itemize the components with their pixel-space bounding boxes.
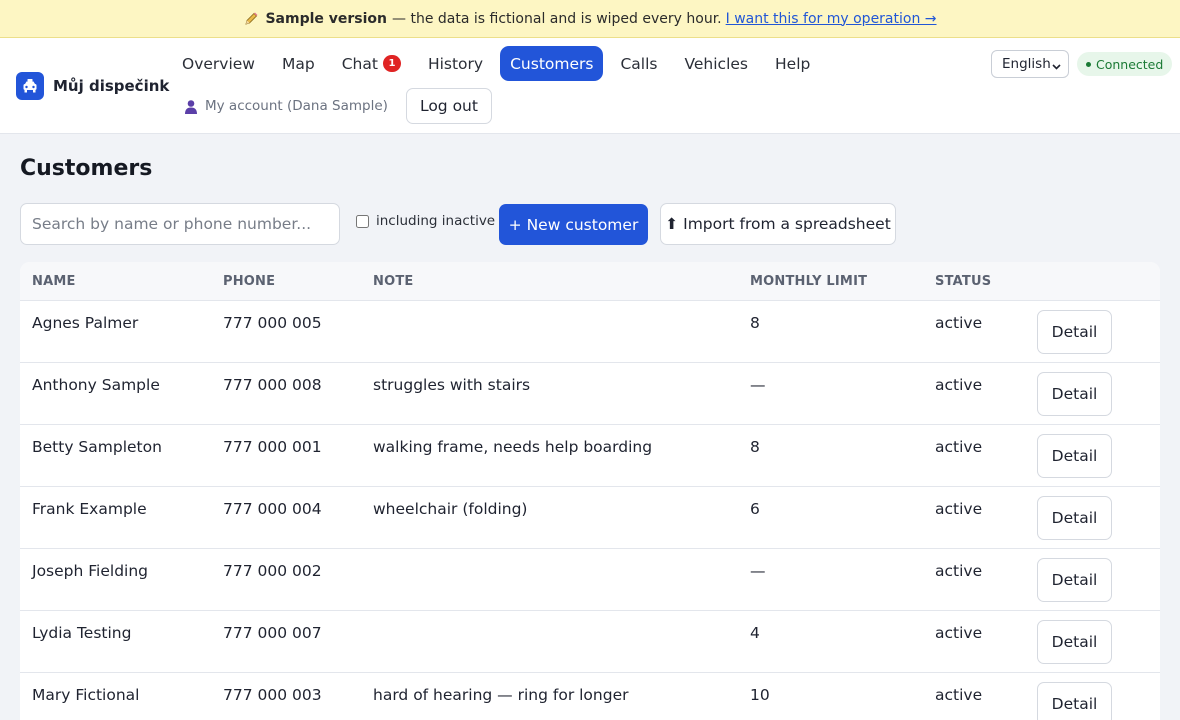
customer-note: struggles with stairs	[373, 376, 531, 394]
nav-vehicles[interactable]: Vehicles	[674, 46, 758, 81]
account-row: My account (Dana Sample) Log out	[184, 88, 492, 124]
table-row: Lydia Testing 777 000 007 4 active Detai…	[20, 611, 1160, 673]
nav-map[interactable]: Map	[272, 46, 325, 81]
customer-phone: 777 000 002	[223, 562, 322, 580]
include-inactive-label: including inactive	[376, 213, 496, 229]
include-inactive-toggle[interactable]: including inactive	[356, 213, 495, 229]
customer-name: Agnes Palmer	[32, 314, 139, 332]
app-logo[interactable]: Můj dispečink	[16, 72, 169, 100]
language-select[interactable]: English	[991, 50, 1069, 78]
nav-label: Map	[281, 54, 315, 73]
customer-phone: 777 000 008	[223, 376, 322, 394]
customer-limit: 8	[750, 438, 760, 456]
table-row: Anthony Sample 777 000 008 struggles wit…	[20, 363, 1160, 425]
customer-limit: 6	[750, 500, 760, 518]
sample-banner: Sample version — the data is fictional a…	[0, 0, 1180, 38]
detail-button[interactable]: Detail	[1037, 558, 1112, 602]
customer-limit: 10	[750, 686, 770, 704]
nav-overview[interactable]: Overview	[172, 46, 265, 81]
nav-customers[interactable]: Customers	[500, 46, 604, 81]
page-title: Customers	[20, 156, 153, 181]
nav-label: History	[427, 54, 484, 73]
person-icon	[184, 99, 198, 114]
search-input[interactable]	[20, 203, 340, 245]
customer-name: Betty Sampleton	[32, 438, 162, 456]
detail-button[interactable]: Detail	[1037, 496, 1112, 540]
customer-status: active	[935, 314, 983, 332]
nav-label: Help	[775, 54, 811, 73]
header-phone[interactable]: PHONE	[223, 274, 275, 289]
language-value: English	[1002, 56, 1051, 72]
table-row: Joseph Fielding 777 000 002 — active Det…	[20, 549, 1160, 611]
customer-status: active	[935, 376, 983, 394]
nav-calls[interactable]: Calls	[610, 46, 667, 81]
pencil-icon	[243, 11, 259, 27]
detail-button[interactable]: Detail	[1037, 682, 1112, 720]
table-row: Betty Sampleton 777 000 001 walking fram…	[20, 425, 1160, 487]
header-status[interactable]: STATUS	[935, 274, 991, 289]
status-dot-icon	[1086, 61, 1091, 67]
detail-button[interactable]: Detail	[1037, 372, 1112, 416]
app-name: Můj dispečink	[53, 77, 170, 95]
customer-name: Anthony Sample	[32, 376, 160, 394]
logout-button[interactable]: Log out	[405, 88, 492, 124]
table-row: Agnes Palmer 777 000 005 8 active Detail	[20, 301, 1160, 363]
nav-label: Vehicles	[684, 54, 748, 73]
table-header: NAME PHONE NOTE MONTHLY LIMIT STATUS	[20, 262, 1160, 301]
connection-status-badge: Connected	[1077, 52, 1173, 76]
new-customer-button[interactable]: + New customer	[499, 204, 648, 245]
customer-phone: 777 000 003	[223, 686, 322, 704]
customer-status: active	[935, 438, 983, 456]
customer-limit: —	[750, 562, 766, 580]
nav-label: Calls	[620, 54, 658, 73]
customer-status: active	[935, 624, 983, 642]
customer-limit: 4	[750, 624, 760, 642]
customer-name: Mary Fictional	[32, 686, 140, 704]
customer-name: Frank Example	[32, 500, 147, 518]
nav-label: Overview	[182, 54, 255, 73]
table-row: Frank Example 777 000 004 wheelchair (fo…	[20, 487, 1160, 549]
header-name[interactable]: NAME	[32, 274, 76, 289]
customer-note: wheelchair (folding)	[373, 500, 528, 518]
header-note[interactable]: NOTE	[373, 274, 413, 289]
chevron-down-icon	[1052, 59, 1061, 70]
nav-chat[interactable]: Chat 1	[332, 46, 411, 81]
customer-status: active	[935, 562, 983, 580]
customer-status: active	[935, 686, 983, 704]
customer-phone: 777 000 005	[223, 314, 322, 332]
account-label: My account (Dana Sample)	[205, 98, 388, 114]
main-nav: Overview Map Chat 1 History Customers Cal…	[172, 46, 827, 81]
nav-label: Customers	[510, 54, 594, 73]
customer-status: active	[935, 500, 983, 518]
detail-button[interactable]: Detail	[1037, 620, 1112, 664]
customer-limit: —	[750, 376, 766, 394]
include-inactive-checkbox[interactable]	[356, 214, 369, 228]
customer-note: walking frame, needs help boarding	[373, 438, 653, 456]
chat-unread-badge: 1	[382, 55, 401, 72]
header-monthly-limit[interactable]: MONTHLY LIMIT	[750, 274, 867, 289]
import-spreadsheet-button[interactable]: ⬆ Import from a spreadsheet	[660, 203, 896, 245]
customer-name: Joseph Fielding	[32, 562, 149, 580]
customer-limit: 8	[750, 314, 760, 332]
connection-status-label: Connected	[1096, 56, 1164, 72]
nav-history[interactable]: History	[418, 46, 493, 81]
customer-note: hard of hearing — ring for longer	[373, 686, 629, 704]
table-row: Mary Fictional 777 000 003 hard of heari…	[20, 673, 1160, 720]
banner-text: — the data is fictional and is wiped eve…	[392, 10, 722, 27]
banner-bold-text: Sample version	[265, 10, 388, 27]
customers-table: NAME PHONE NOTE MONTHLY LIMIT STATUS Agn…	[20, 262, 1160, 720]
customer-phone: 777 000 004	[223, 500, 322, 518]
detail-button[interactable]: Detail	[1037, 310, 1112, 354]
banner-link[interactable]: I want this for my operation →	[726, 11, 937, 27]
customer-phone: 777 000 007	[223, 624, 322, 642]
customer-phone: 777 000 001	[223, 438, 322, 456]
detail-button[interactable]: Detail	[1037, 434, 1112, 478]
my-account-link[interactable]: My account (Dana Sample)	[184, 98, 388, 114]
app-header: Můj dispečink Overview Map Chat 1 History…	[0, 38, 1180, 134]
taxi-icon	[16, 72, 44, 100]
nav-label: Chat	[341, 54, 378, 73]
customer-name: Lydia Testing	[32, 624, 132, 642]
nav-help[interactable]: Help	[765, 46, 820, 81]
